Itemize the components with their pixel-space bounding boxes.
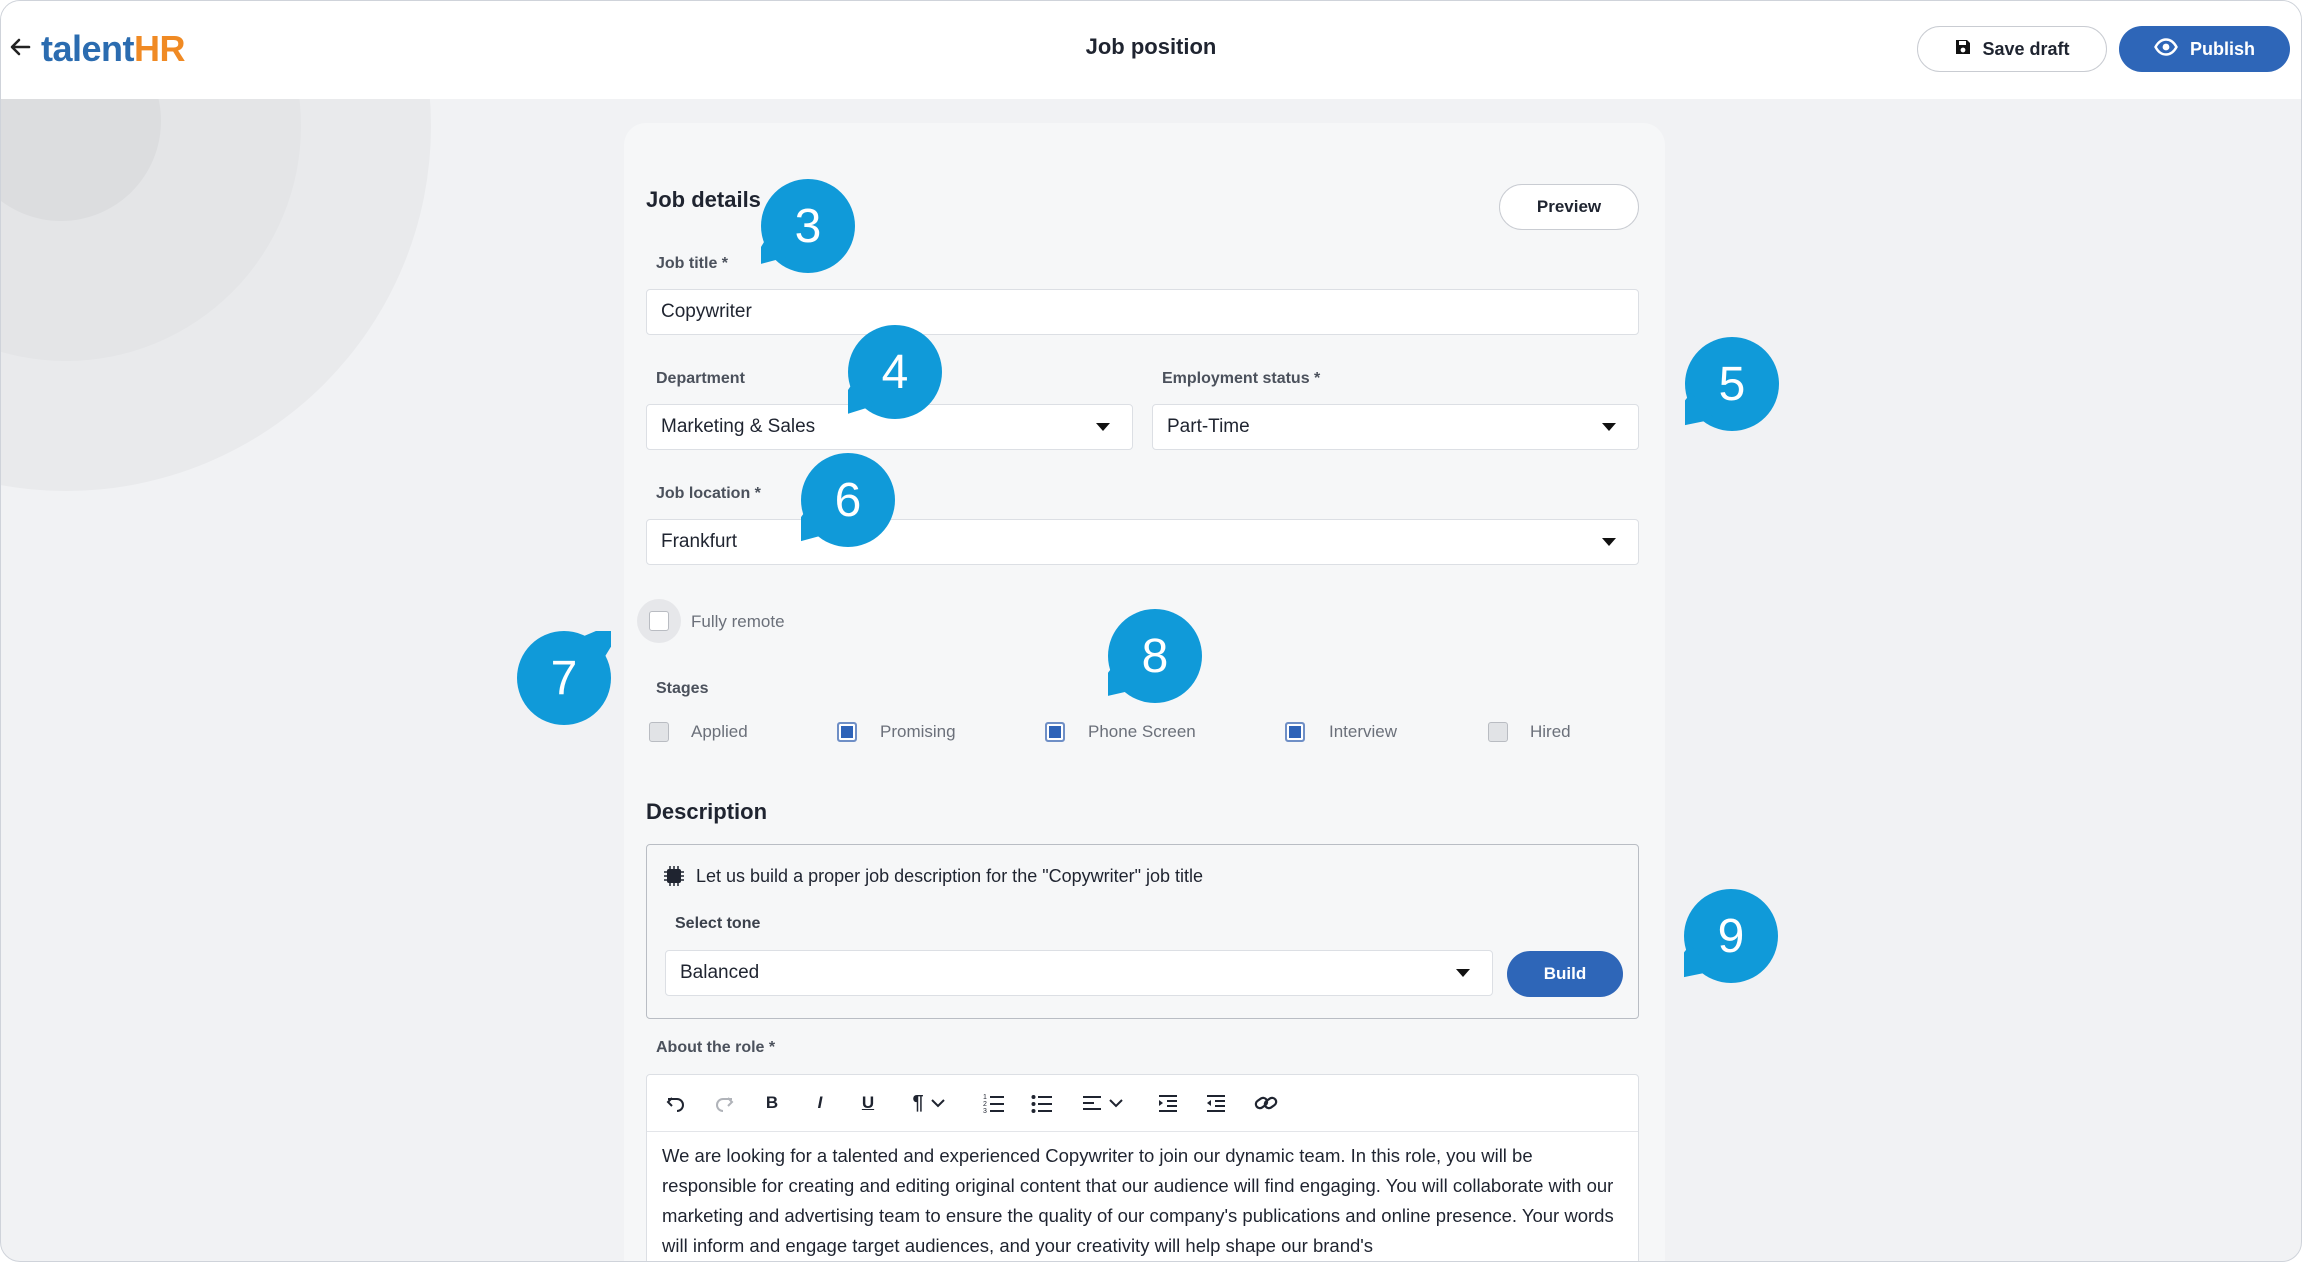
- underline-icon[interactable]: U: [853, 1075, 883, 1131]
- job-title-input[interactable]: Copywriter: [646, 289, 1639, 335]
- stage-phone-screen-checkbox[interactable]: [1045, 722, 1065, 742]
- preview-button[interactable]: Preview: [1499, 184, 1639, 230]
- department-label: Department: [656, 370, 745, 387]
- rich-text-editor: B I U ¶ 123 We are looking for a talente…: [646, 1074, 1639, 1261]
- build-button[interactable]: Build: [1507, 951, 1623, 997]
- employment-status-select[interactable]: Part-Time: [1152, 404, 1639, 450]
- stage-applied-label: Applied: [691, 722, 748, 741]
- svg-text:1: 1: [983, 1094, 987, 1101]
- about-role-text[interactable]: We are looking for a talented and experi…: [662, 1141, 1627, 1261]
- stage-hired-label: Hired: [1530, 722, 1571, 741]
- caret-down-icon: [1096, 423, 1110, 431]
- caret-down-icon: [1602, 538, 1616, 546]
- preview-label: Preview: [1536, 197, 1602, 216]
- floppy-disk-icon: [1954, 38, 1972, 61]
- ai-chip-icon: [664, 866, 684, 891]
- callout-8: 8: [1108, 609, 1202, 703]
- tone-select[interactable]: Balanced: [665, 950, 1493, 996]
- app-window: talentHR Job position Save draft Publish…: [0, 0, 2302, 1262]
- editor-toolbar: B I U ¶ 123: [647, 1075, 1638, 1132]
- save-draft-button[interactable]: Save draft: [1917, 26, 2107, 72]
- job-title-value: Copywriter: [661, 301, 752, 322]
- callout-4-number: 4: [881, 345, 909, 399]
- bullet-list-icon[interactable]: [1027, 1075, 1057, 1131]
- callout-5: 5: [1685, 337, 1779, 431]
- select-tone-label: Select tone: [675, 915, 761, 932]
- undo-icon[interactable]: [661, 1075, 691, 1131]
- callout-7: 7: [517, 631, 611, 725]
- job-title-label: Job title *: [656, 255, 729, 272]
- caret-down-icon: [1602, 423, 1616, 431]
- callout-5-number: 5: [1718, 357, 1746, 411]
- eye-icon: [2154, 37, 2178, 61]
- caret-down-icon: [1456, 969, 1470, 977]
- callout-7-number: 7: [550, 651, 578, 705]
- publish-label: Publish: [2189, 38, 2255, 59]
- callout-9: 9: [1684, 889, 1778, 983]
- fully-remote-checkbox[interactable]: [649, 611, 669, 631]
- ai-builder-box: Let us build a proper job description fo…: [646, 844, 1639, 1019]
- job-details-heading: Job details: [646, 187, 761, 212]
- department-value: Marketing & Sales: [661, 416, 816, 437]
- build-label: Build: [1543, 964, 1587, 983]
- callout-3: 3: [761, 179, 855, 273]
- callout-6: 6: [801, 453, 895, 547]
- job-location-select[interactable]: Frankfurt: [646, 519, 1639, 565]
- stage-interview-label: Interview: [1329, 722, 1398, 741]
- stage-interview-checkbox[interactable]: [1285, 722, 1305, 742]
- stage-promising-checkbox[interactable]: [837, 722, 857, 742]
- callout-4: 4: [848, 325, 942, 419]
- align-left-icon[interactable]: [1075, 1075, 1131, 1131]
- stage-applied-checkbox[interactable]: [649, 722, 669, 742]
- outdent-icon[interactable]: [1201, 1075, 1231, 1131]
- indent-icon[interactable]: [1153, 1075, 1183, 1131]
- ordered-list-icon[interactable]: 123: [979, 1075, 1009, 1131]
- stage-hired-checkbox[interactable]: [1488, 722, 1508, 742]
- stage-phone-screen-label: Phone Screen: [1088, 722, 1196, 741]
- employment-status-value: Part-Time: [1167, 416, 1250, 437]
- link-icon[interactable]: [1249, 1075, 1283, 1131]
- about-role-label: About the role *: [656, 1039, 776, 1056]
- paragraph-format-icon[interactable]: ¶: [901, 1075, 957, 1131]
- job-location-value: Frankfurt: [661, 531, 738, 552]
- callout-8-number: 8: [1141, 629, 1169, 683]
- description-heading: Description: [646, 799, 768, 824]
- tone-value: Balanced: [680, 962, 760, 983]
- bold-icon[interactable]: B: [757, 1075, 787, 1131]
- stage-promising-label: Promising: [880, 722, 956, 741]
- top-bar: talentHR Job position Save draft Publish: [1, 1, 2301, 99]
- callout-9-number: 9: [1717, 909, 1745, 963]
- fully-remote-label: Fully remote: [691, 612, 785, 631]
- publish-button[interactable]: Publish: [2119, 26, 2290, 72]
- callout-3-number: 3: [794, 199, 822, 253]
- employment-status-label: Employment status *: [1162, 370, 1321, 387]
- redo-icon[interactable]: [709, 1075, 739, 1131]
- stages-label: Stages: [656, 680, 709, 697]
- italic-icon[interactable]: I: [805, 1075, 835, 1131]
- svg-text:3: 3: [983, 1108, 987, 1113]
- svg-text:2: 2: [983, 1101, 987, 1108]
- save-draft-label: Save draft: [1982, 38, 2070, 59]
- callout-6-number: 6: [834, 473, 862, 527]
- ai-prompt-text: Let us build a proper job description fo…: [696, 866, 1204, 886]
- job-location-label: Job location *: [656, 485, 761, 502]
